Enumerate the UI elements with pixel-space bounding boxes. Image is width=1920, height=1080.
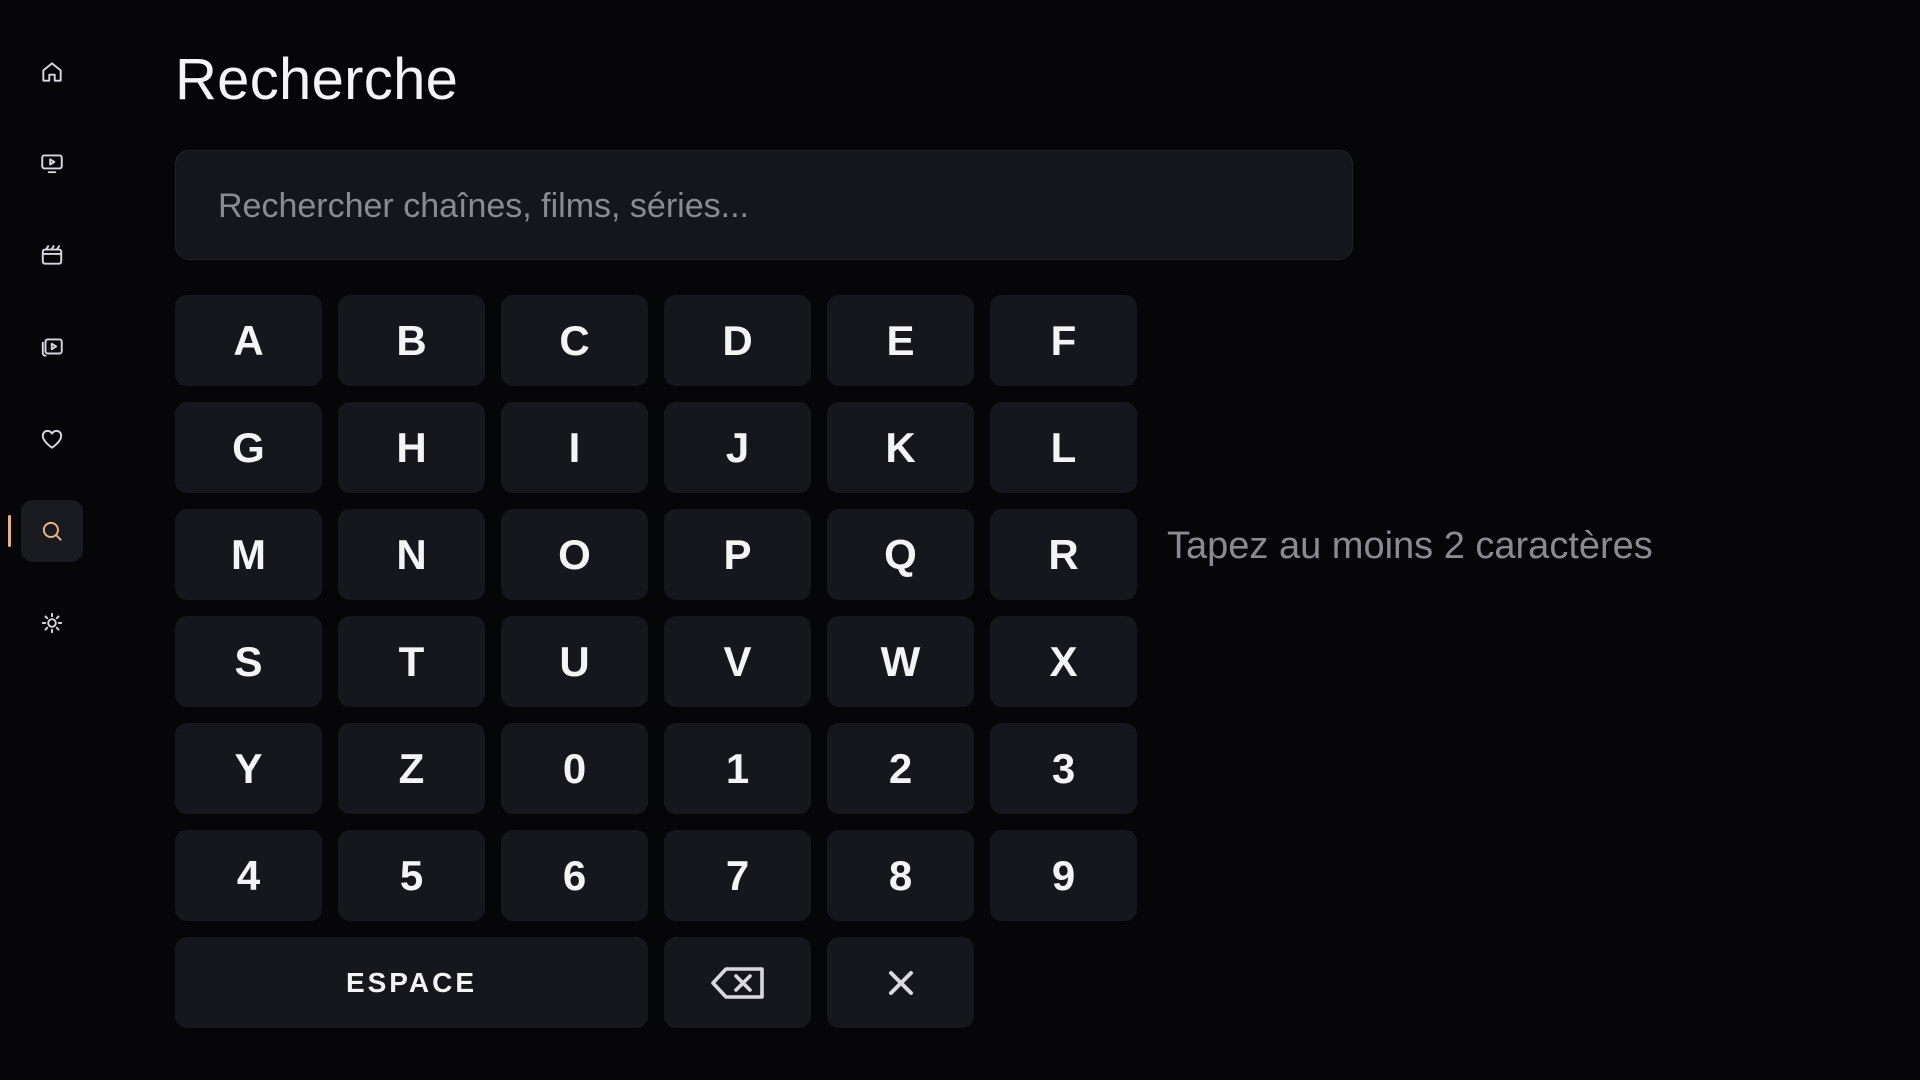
sidebar-item-tv[interactable] — [21, 132, 83, 194]
key-t[interactable]: T — [338, 616, 485, 707]
heart-icon — [41, 429, 63, 449]
search-input[interactable] — [216, 151, 1316, 261]
sidebar-item-favorites[interactable] — [21, 408, 83, 470]
key-s[interactable]: S — [175, 616, 322, 707]
sidebar-item-home[interactable] — [21, 41, 83, 103]
key-g[interactable]: G — [175, 402, 322, 493]
settings-icon — [41, 612, 63, 634]
key-d[interactable]: D — [664, 295, 811, 386]
key-k[interactable]: K — [827, 402, 974, 493]
key-n[interactable]: N — [338, 509, 485, 600]
tv-icon — [41, 154, 63, 174]
key-4[interactable]: 4 — [175, 830, 322, 921]
search-icon — [42, 521, 62, 541]
key-f[interactable]: F — [990, 295, 1137, 386]
clear-key[interactable] — [827, 937, 974, 1028]
key-7[interactable]: 7 — [664, 830, 811, 921]
active-indicator — [8, 515, 11, 547]
movie-icon — [41, 245, 63, 265]
key-z[interactable]: Z — [338, 723, 485, 814]
key-w[interactable]: W — [827, 616, 974, 707]
sidebar — [0, 0, 104, 1080]
key-9[interactable]: 9 — [990, 830, 1137, 921]
key-o[interactable]: O — [501, 509, 648, 600]
sidebar-item-search[interactable] — [21, 500, 83, 562]
key-1[interactable]: 1 — [664, 723, 811, 814]
key-5[interactable]: 5 — [338, 830, 485, 921]
key-b[interactable]: B — [338, 295, 485, 386]
key-2[interactable]: 2 — [827, 723, 974, 814]
search-hint: Tapez au moins 2 caractères — [1167, 525, 1653, 567]
backspace-key[interactable] — [664, 937, 811, 1028]
sidebar-item-settings[interactable] — [21, 592, 83, 654]
key-x[interactable]: X — [990, 616, 1137, 707]
key-i[interactable]: I — [501, 402, 648, 493]
key-q[interactable]: Q — [827, 509, 974, 600]
key-c[interactable]: C — [501, 295, 648, 386]
sidebar-item-movies[interactable] — [21, 224, 83, 286]
key-v[interactable]: V — [664, 616, 811, 707]
key-3[interactable]: 3 — [990, 723, 1137, 814]
key-u[interactable]: U — [501, 616, 648, 707]
key-8[interactable]: 8 — [827, 830, 974, 921]
home-icon — [42, 62, 62, 82]
key-j[interactable]: J — [664, 402, 811, 493]
page-title: Recherche — [175, 47, 459, 112]
search-field[interactable] — [175, 150, 1353, 261]
key-r[interactable]: R — [990, 509, 1137, 600]
clear-icon — [888, 970, 913, 995]
series-icon — [41, 338, 63, 357]
key-6[interactable]: 6 — [501, 830, 648, 921]
space-key[interactable]: ESPACE — [175, 937, 648, 1028]
sidebar-item-series[interactable] — [21, 316, 83, 378]
key-l[interactable]: L — [990, 402, 1137, 493]
key-m[interactable]: M — [175, 509, 322, 600]
key-p[interactable]: P — [664, 509, 811, 600]
key-e[interactable]: E — [827, 295, 974, 386]
key-h[interactable]: H — [338, 402, 485, 493]
key-0[interactable]: 0 — [501, 723, 648, 814]
key-y[interactable]: Y — [175, 723, 322, 814]
key-a[interactable]: A — [175, 295, 322, 386]
backspace-icon — [710, 966, 764, 999]
